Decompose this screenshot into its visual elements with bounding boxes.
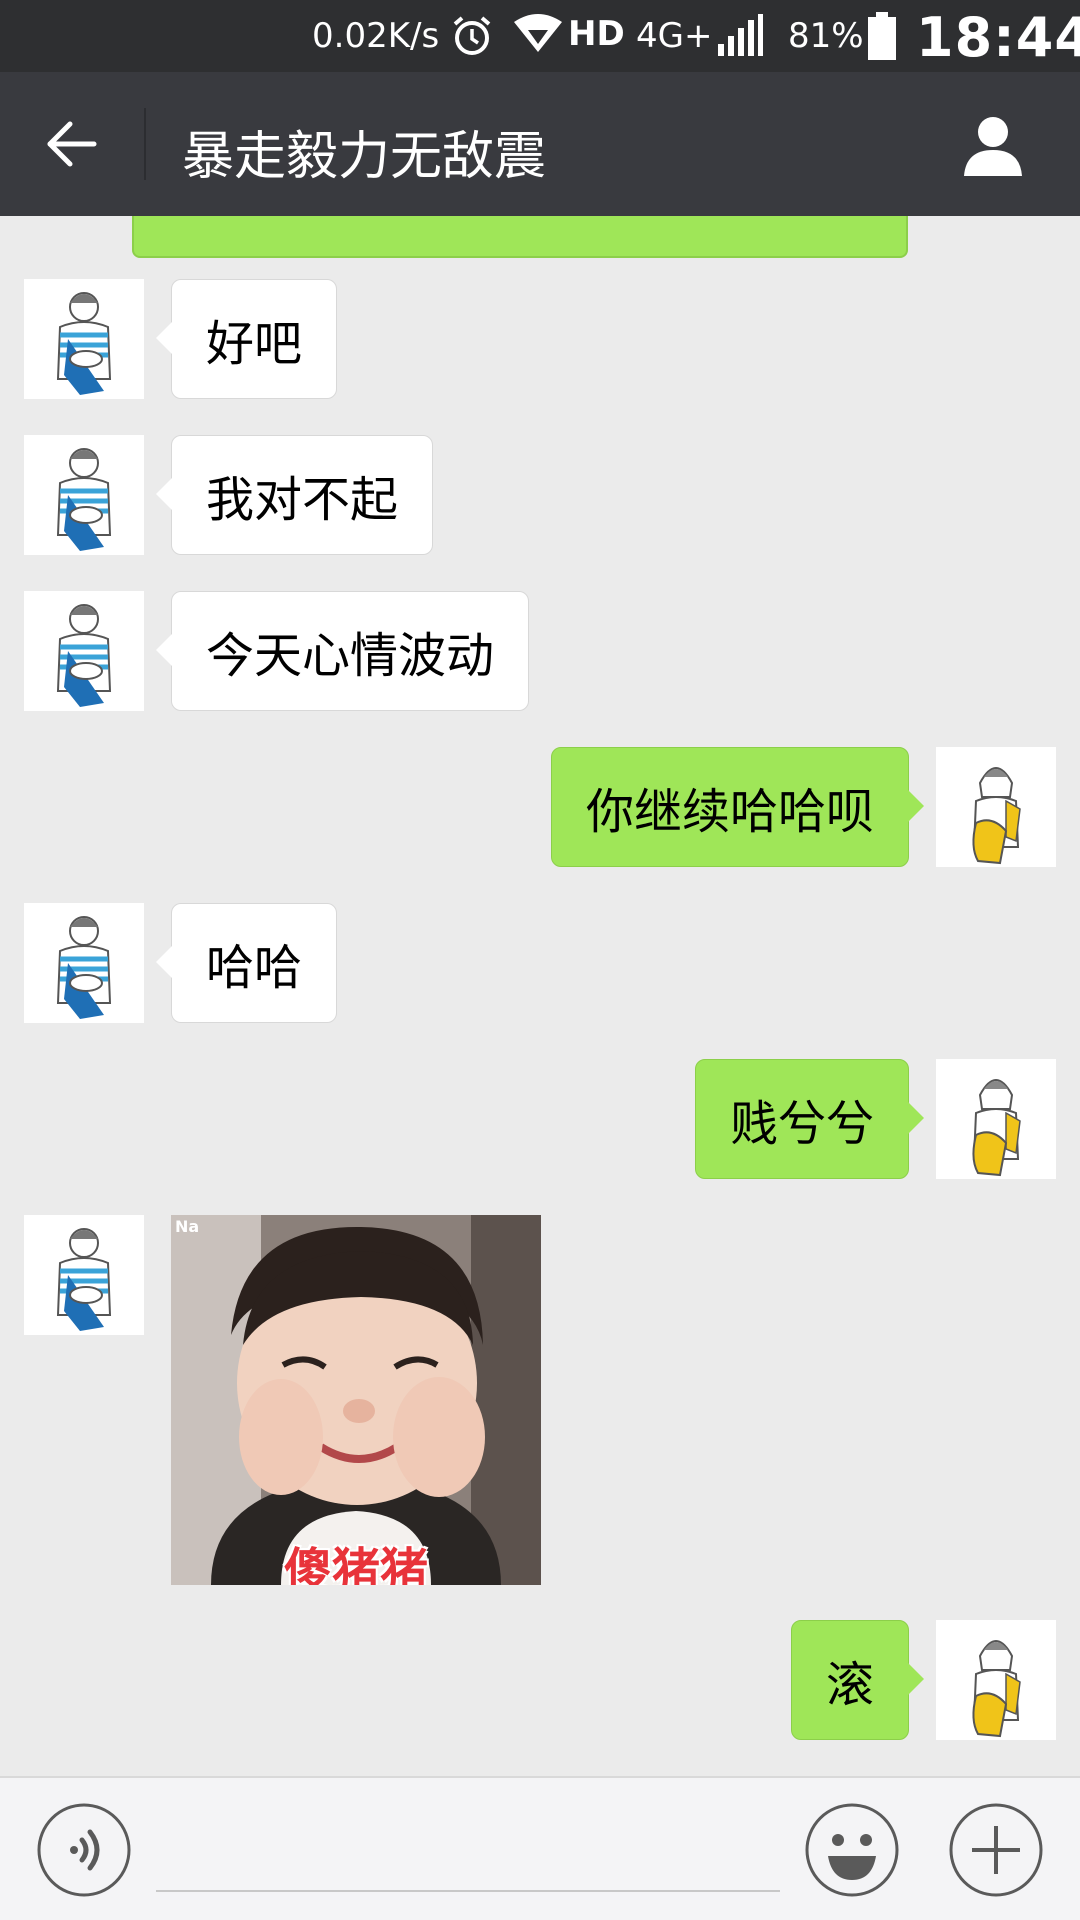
battery-percent: 81% [788,16,864,56]
message-bubble-sent[interactable]: 贱兮兮 [694,1059,925,1179]
boy-avatar-icon [56,292,112,395]
signal-icon [718,14,763,56]
voice-icon[interactable] [36,1802,132,1898]
message-text: 哈哈 [206,940,303,996]
message-input[interactable] [156,1806,780,1892]
contact-avatar[interactable] [24,1215,144,1335]
hd-label: HD [568,14,625,54]
message-bubble-sent[interactable]: 你继续哈哈呗 [550,747,925,867]
chat-title: 暴走毅力无敌震 [182,127,547,187]
boy-avatar-icon [56,448,112,551]
network-speed: 0.02K/s [312,16,440,56]
message-text: 我对不起 [206,472,399,528]
boy-avatar-icon [56,604,112,707]
girl-avatar-icon [972,1079,1021,1177]
message-bubble[interactable]: 好吧 [155,279,338,399]
message-text: 你继续哈哈呗 [585,784,874,840]
message-bubble[interactable]: 哈哈 [155,903,338,1023]
my-avatar[interactable] [936,1059,1056,1179]
person-icon[interactable] [960,112,1026,178]
message-bubble-partial[interactable] [132,216,908,258]
input-bar [0,1776,1080,1920]
message-text: 贱兮兮 [729,1096,874,1152]
message-bubble[interactable]: 我对不起 [155,435,434,555]
girl-avatar-icon [972,767,1021,865]
child-photo [171,1215,541,1585]
wifi-icon [514,14,562,52]
plus-icon[interactable] [948,1802,1044,1898]
back-arrow-icon[interactable] [44,116,100,172]
message-bubble[interactable]: 今天心情波动 [155,591,530,711]
contact-avatar[interactable] [24,279,144,399]
chat-header: 暴走毅力无敌震 [0,72,1080,216]
sticker-watermark: Na [175,1217,200,1236]
clock: 18:44 [916,6,1080,69]
status-bar: 0.02K/s HD 4G+ 81% 18:44 [0,0,1080,72]
boy-avatar-icon [56,1228,112,1331]
battery-icon [868,12,896,60]
sticker-caption: 傻猪猪 [283,1543,428,1585]
chat-area[interactable]: 好吧 我对不起 今天心情波动 你继续哈哈呗 哈哈 贱兮兮 Na 傻猪猪 滚 [0,216,1080,1776]
contact-avatar[interactable] [24,903,144,1023]
message-text: 今天心情波动 [206,628,495,684]
alarm-icon [453,16,491,55]
sticker-image[interactable]: Na 傻猪猪 [171,1215,541,1585]
boy-avatar-icon [56,916,112,1019]
my-avatar[interactable] [936,1620,1056,1740]
network-type: 4G+ [636,16,713,56]
header-divider [144,108,146,180]
message-bubble-sent[interactable]: 滚 [790,1620,925,1740]
contact-avatar[interactable] [24,591,144,711]
contact-avatar[interactable] [24,435,144,555]
girl-avatar-icon [972,1640,1021,1738]
message-text: 好吧 [206,316,303,372]
my-avatar[interactable] [936,747,1056,867]
message-text: 滚 [825,1657,874,1713]
smiley-icon[interactable] [804,1802,900,1898]
